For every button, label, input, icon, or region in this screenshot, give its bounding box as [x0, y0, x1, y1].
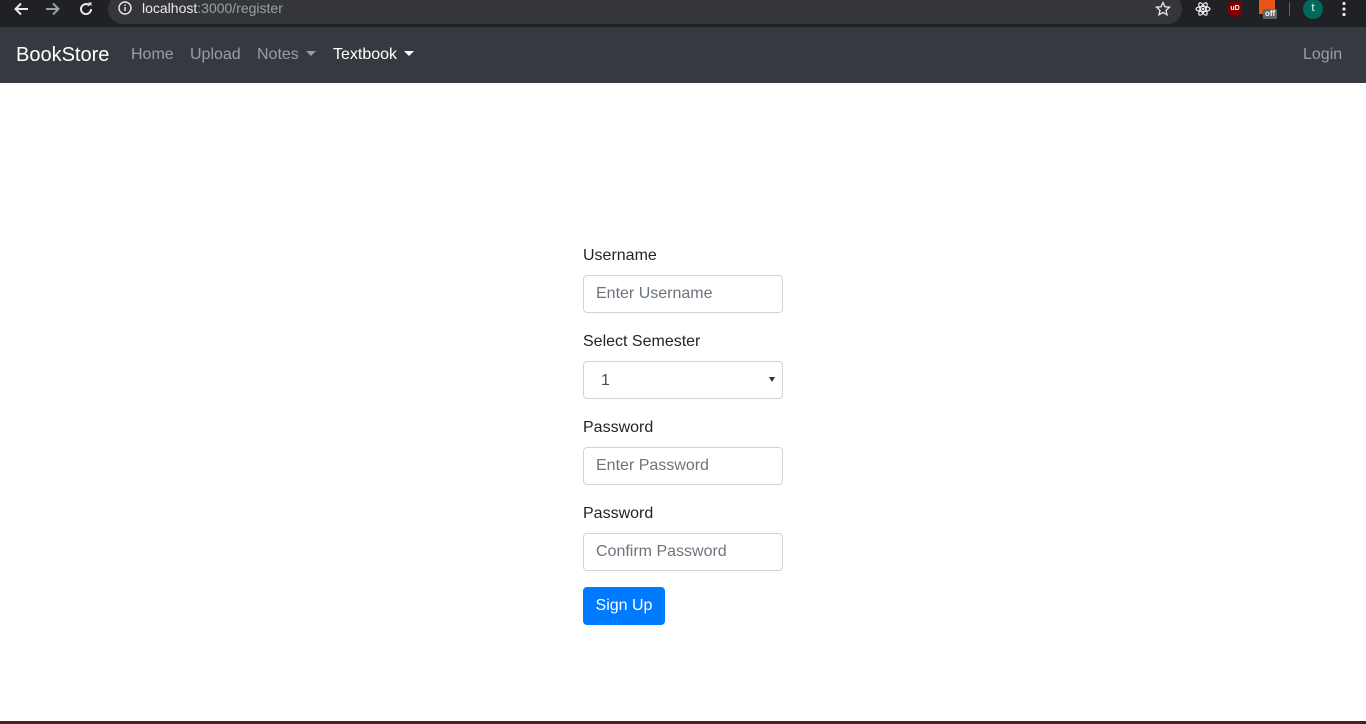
address-url[interactable]: localhost:3000/register: [142, 0, 283, 17]
caret-down-icon: [404, 51, 415, 56]
nav-login[interactable]: Login: [1303, 45, 1342, 65]
nav-textbook-label: Textbook: [333, 46, 398, 63]
react-devtools-icon[interactable]: [1192, 0, 1214, 18]
username-input[interactable]: [583, 275, 783, 313]
pdf-extension-icon[interactable]: off: [1258, 0, 1282, 19]
url-path: :3000/register: [197, 0, 283, 16]
username-label: Username: [583, 247, 657, 264]
reload-icon[interactable]: [75, 0, 97, 18]
forward-arrow-icon[interactable]: [42, 0, 64, 18]
semester-select[interactable]: 1: [583, 361, 783, 399]
confirm-password-label: Password: [583, 505, 654, 522]
nav-upload[interactable]: Upload: [190, 45, 241, 65]
star-icon[interactable]: [1152, 0, 1174, 18]
toolbar-divider: [1289, 2, 1290, 16]
nav-notes-label: Notes: [257, 46, 299, 63]
info-icon[interactable]: [118, 1, 132, 15]
nav-home[interactable]: Home: [131, 45, 174, 65]
semester-selected-value: 1: [601, 372, 610, 389]
confirm-password-input[interactable]: [583, 533, 783, 571]
semester-label: Select Semester: [583, 333, 701, 350]
profile-avatar[interactable]: t: [1302, 0, 1324, 19]
ublock-icon[interactable]: uD: [1227, 0, 1243, 18]
back-arrow-icon[interactable]: [10, 0, 32, 18]
sign-up-button[interactable]: Sign Up: [583, 587, 665, 625]
password-input[interactable]: [583, 447, 783, 485]
dropdown-arrow-icon: [769, 377, 775, 382]
pdf-badge: off: [1263, 9, 1278, 19]
caret-down-icon: [305, 51, 316, 56]
site-navbar: BookStore Home Upload Notes Textbook Log…: [0, 27, 1366, 83]
menu-dots-icon[interactable]: [1333, 0, 1355, 18]
password-label: Password: [583, 419, 654, 436]
ublock-label: uD: [1228, 1, 1242, 17]
nav-notes-dropdown[interactable]: Notes: [257, 45, 316, 65]
nav-textbook-dropdown[interactable]: Textbook: [333, 45, 415, 65]
browser-toolbar: localhost:3000/register uD off t: [0, 0, 1366, 27]
profile-initial: t: [1303, 0, 1323, 19]
url-host: localhost: [142, 0, 198, 16]
brand-logo[interactable]: BookStore: [16, 43, 109, 67]
